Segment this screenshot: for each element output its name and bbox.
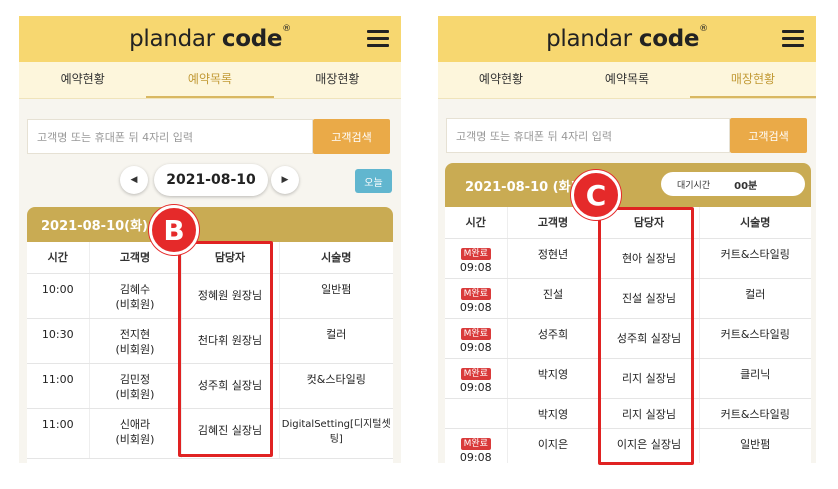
customer-search-button[interactable]: 고객검색 (730, 118, 807, 153)
card-date-title: 2021-08-10 (화) 대기시간 00분 (445, 163, 811, 207)
row-service: 커트&스타일링 (699, 398, 811, 429)
row-service: 커트&스타일링 (699, 238, 811, 279)
row-time: M완료 09:08 (445, 318, 508, 359)
row-customer: 김혜수 (비회원) (89, 273, 182, 319)
hamburger-menu-icon[interactable] (367, 30, 389, 47)
complete-badge: M완료 (460, 367, 491, 380)
row-time: M완료 09:08 (445, 358, 508, 399)
staff-column-highlight (178, 241, 273, 457)
row-time: 11:00 (27, 408, 90, 459)
row-service: 커트&스타일링 (699, 318, 811, 359)
wait-time: 대기시간 00분 (661, 172, 805, 196)
tab-store-status[interactable]: 매장현황 (274, 62, 401, 98)
row-service: DigitalSetting[디지털셋 팅] (279, 408, 393, 459)
search-input[interactable]: 고객명 또는 휴대폰 뒤 4자리 입력 (446, 118, 730, 153)
staff-column-highlight (598, 207, 694, 465)
tab-reservation-status[interactable]: 예약현황 (19, 62, 146, 98)
row-time: 10:00 (27, 273, 90, 319)
col-time: 시간 (27, 242, 90, 274)
tab-reservation-list[interactable]: 예약목록 (564, 62, 690, 98)
row-customer: 김민정 (비회원) (89, 363, 182, 409)
row-customer: 박지영 (507, 358, 600, 399)
date-navigator: ◀ 2021-08-10 ▶ 오늘 (19, 164, 401, 196)
row-time: M완료 09:08 (445, 278, 508, 319)
marker-c-badge: C (571, 170, 621, 220)
row-service: 일반펌 (279, 273, 393, 319)
app-header: plandar code® (438, 16, 816, 62)
search-input[interactable]: 고객명 또는 휴대폰 뒤 4자리 입력 (27, 119, 313, 154)
app-header: plandar code® (19, 16, 401, 62)
current-date[interactable]: 2021-08-10 (154, 164, 268, 196)
row-time: M완료 09:08 (445, 428, 508, 463)
row-customer: 전지현 (비회원) (89, 318, 182, 364)
app-logo[interactable]: plandar code® (129, 24, 291, 52)
customer-search-button[interactable]: 고객검색 (313, 119, 390, 154)
row-customer: 박지영 (507, 398, 600, 429)
row-service: 컬러 (279, 318, 393, 364)
col-service: 시술명 (699, 207, 811, 239)
row-service: 일반펌 (699, 428, 811, 463)
col-time: 시간 (445, 207, 508, 239)
row-customer: 신애라 (비회원) (89, 408, 182, 459)
row-service: 클리닉 (699, 358, 811, 399)
row-customer: 이지은 (507, 428, 600, 463)
next-date-icon[interactable]: ▶ (271, 166, 299, 194)
tab-bar: 예약현황 예약목록 매장현황 (19, 62, 401, 99)
customer-search: 고객명 또는 휴대폰 뒤 4자리 입력 고객검색 (27, 119, 390, 154)
marker-b-badge: B (149, 205, 199, 255)
row-customer: 진설 (507, 278, 600, 319)
tab-store-status[interactable]: 매장현황 (690, 62, 816, 98)
row-customer: 정현년 (507, 238, 600, 279)
row-service: 컬러 (699, 278, 811, 319)
row-time: 11:00 (27, 363, 90, 409)
complete-badge: M완료 (460, 247, 491, 260)
row-time: 10:30 (27, 318, 90, 364)
row-service: 컷&스타일링 (279, 363, 393, 409)
card-date-title: 2021-08-10(화) (27, 207, 393, 242)
customer-search: 고객명 또는 휴대폰 뒤 4자리 입력 고객검색 (446, 118, 807, 153)
hamburger-menu-icon[interactable] (782, 30, 804, 47)
tab-bar: 예약현황 예약목록 매장현황 (438, 62, 816, 99)
row-time: M완료 09:08 (445, 238, 508, 279)
row-customer: 성주희 (507, 318, 600, 359)
complete-badge: M완료 (460, 287, 491, 300)
complete-badge: M완료 (460, 437, 491, 450)
tab-reservation-list[interactable]: 예약목록 (146, 62, 274, 98)
prev-date-icon[interactable]: ◀ (120, 166, 148, 194)
col-service: 시술명 (279, 242, 393, 274)
app-logo[interactable]: plandar code® (546, 24, 708, 52)
complete-badge: M완료 (460, 327, 491, 340)
tab-reservation-status[interactable]: 예약현황 (438, 62, 564, 98)
today-button[interactable]: 오늘 (355, 169, 392, 193)
row-time (445, 398, 508, 429)
